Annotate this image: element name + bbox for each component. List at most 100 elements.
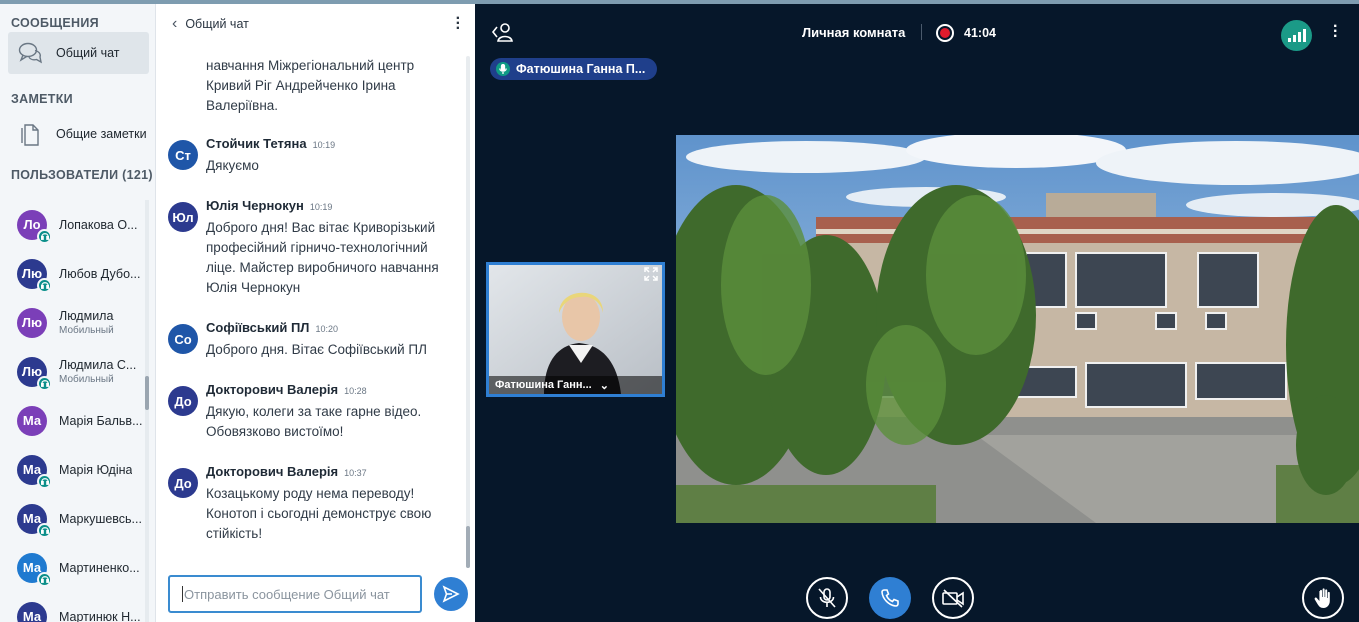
avatar: Ма — [17, 552, 52, 587]
connection-status-icon[interactable] — [1281, 20, 1312, 51]
headphones-icon — [37, 571, 52, 587]
fullscreen-icon[interactable] — [644, 267, 658, 286]
message-time: 10:19 — [309, 202, 333, 212]
avatar: Юл — [168, 202, 198, 232]
user-switch-icon[interactable] — [491, 22, 515, 47]
send-button[interactable] — [434, 577, 468, 611]
avatar: Лю — [17, 258, 52, 293]
user-name: Мартиненко... — [59, 560, 140, 575]
webcam-dropdown-icon[interactable]: ⌄ — [600, 379, 609, 392]
webcam-video[interactable]: Фатюшина Ганн... ⌄ — [486, 262, 665, 397]
user-list-item[interactable]: Ма Марія Бальв... — [0, 396, 148, 445]
user-client-type: Мобильный — [59, 325, 114, 336]
headphones-icon — [37, 473, 52, 489]
messages-heading: СООБЩЕНИЯ — [11, 16, 99, 30]
message-time: 10:28 — [344, 386, 367, 396]
user-list-item[interactable]: Ма Маркушевсь... — [0, 494, 148, 543]
chat-scrollbar[interactable] — [466, 56, 470, 568]
chat-title[interactable]: Общий чат — [185, 17, 249, 31]
raise-hand-icon — [1314, 588, 1330, 608]
user-name: Любов Дубо... — [59, 266, 141, 281]
webcam-name-bar: Фатюшина Ганн... ⌄ — [489, 376, 662, 394]
avatar: Ма — [17, 454, 52, 489]
headphones-icon — [37, 522, 52, 538]
chat-message: Юл Юлія Чернокун 10:19 Доброго дня! Вас віт… — [156, 198, 466, 298]
chat-message: Ст Стойчик Тетяна 10:19 Дякуємо — [156, 136, 466, 176]
message-time: 10:37 — [344, 468, 367, 478]
shared-notes-item[interactable]: Общие заметки — [0, 112, 155, 156]
avatar: Ло — [17, 209, 52, 244]
chat-header: ‹ Общий чат · · · — [156, 4, 475, 44]
media-area: Личная комната 41:04 · · · Фатюшина Ганна … — [475, 4, 1359, 622]
shared-notes-label: Общие заметки — [56, 127, 147, 141]
headphones-icon — [37, 375, 52, 391]
send-icon — [442, 585, 460, 603]
user-name: Лопакова О... — [59, 217, 138, 232]
message-author: Докторович Валерія — [206, 382, 339, 397]
public-chat-item[interactable]: Общий чат — [8, 32, 149, 74]
building-video-frame — [676, 135, 1359, 523]
message-list: навчання Міжрегіональний центр Кривий Рі… — [156, 52, 466, 562]
avatar: Ст — [168, 140, 198, 170]
users-heading: ПОЛЬЗОВАТЕЛИ (121) — [11, 168, 153, 182]
headphones-icon — [37, 277, 52, 293]
record-icon[interactable] — [936, 24, 954, 42]
user-name: Людмила С... — [59, 358, 137, 372]
raise-hand-button[interactable] — [1302, 577, 1344, 619]
nav-bar: Личная комната 41:04 · · · — [475, 4, 1359, 54]
user-list-scrollbar[interactable] — [145, 200, 149, 622]
recording-time: 41:04 — [964, 26, 996, 40]
user-list: Ло Лопакова О... Лю Любов Дубо... Лю Людмила М… — [0, 200, 148, 622]
user-list-panel: СООБЩЕНИЯ Общий чат ЗАМЕТКИ Общие заметк… — [0, 4, 156, 622]
public-chat-label: Общий чат — [56, 46, 120, 60]
user-name: Мартинюк Н... — [59, 609, 141, 622]
chat-panel: ‹ Общий чат · · · навчання Міжрегіональний… — [156, 4, 475, 622]
chat-message: Со Софіївський ПЛ 10:20 Доброго дня. Вітає … — [156, 320, 466, 360]
talking-indicator[interactable]: Фатюшина Ганна П... — [490, 58, 658, 80]
message-text: Доброго дня! Вас вітає Криворізький проф… — [206, 220, 439, 295]
message-author: Стойчик Тетяна — [206, 136, 307, 151]
options-icon[interactable]: · · · — [1333, 19, 1338, 45]
user-list-item[interactable]: Лю Людмила Мобильный — [0, 298, 148, 347]
avatar: До — [168, 386, 198, 416]
webcam-name: Фатюшина Ганн... — [495, 379, 592, 391]
message-input-placeholder: Отправить сообщение Общий чат — [184, 586, 390, 602]
avatar: Ма — [17, 601, 47, 622]
avatar: Ма — [17, 405, 47, 436]
avatar: До — [168, 468, 198, 498]
action-bar — [475, 573, 1359, 622]
back-chevron-icon[interactable]: ‹ — [172, 15, 177, 33]
user-list-item[interactable]: Ло Лопакова О... — [0, 200, 148, 249]
user-list-item[interactable]: Лю Людмила С... Мобильный — [0, 347, 148, 396]
message-text: Дякую, колеги за таке гарне відео. Обовя… — [206, 404, 422, 439]
headphones-icon — [37, 228, 52, 244]
user-name: Марія Бальв... — [59, 413, 143, 428]
notes-icon — [16, 120, 44, 148]
message-text: Козацькому роду нема переводу! Конотоп і… — [206, 486, 432, 541]
message-author: Юлія Чернокун — [206, 198, 304, 213]
avatar: Лю — [17, 307, 47, 338]
user-list-item[interactable]: Ма Мартинюк Н... — [0, 592, 148, 622]
message-time: 10:20 — [315, 324, 338, 334]
message-text: Дякуємо — [206, 158, 259, 173]
leave-audio-button[interactable] — [869, 577, 911, 619]
message-input[interactable]: Отправить сообщение Общий чат — [168, 575, 422, 613]
shared-video[interactable] — [676, 135, 1359, 523]
title-divider — [921, 24, 922, 40]
user-list-item[interactable]: Ма Марія Юдіна — [0, 445, 148, 494]
chat-message: До Докторович Валерія 10:28 Дякую, колеги з… — [156, 382, 466, 442]
message-author: Докторович Валерія — [206, 464, 339, 479]
partial-message-text: навчання Міжрегіональний центр Кривий Рі… — [206, 58, 415, 113]
avatar: Ма — [17, 503, 52, 538]
talking-indicator-name: Фатюшина Ганна П... — [516, 62, 646, 76]
share-webcam-button[interactable] — [932, 577, 974, 619]
mic-muted-icon — [818, 588, 836, 608]
user-list-item[interactable]: Ма Мартиненко... — [0, 543, 148, 592]
user-name: Маркушевсь... — [59, 511, 142, 526]
chat-options-icon[interactable]: · · · — [456, 11, 461, 37]
avatar: Лю — [17, 356, 52, 391]
message-author: Софіївський ПЛ — [206, 320, 310, 335]
webcam-person-image — [489, 265, 662, 394]
mute-button[interactable] — [806, 577, 848, 619]
user-list-item[interactable]: Лю Любов Дубо... — [0, 249, 148, 298]
